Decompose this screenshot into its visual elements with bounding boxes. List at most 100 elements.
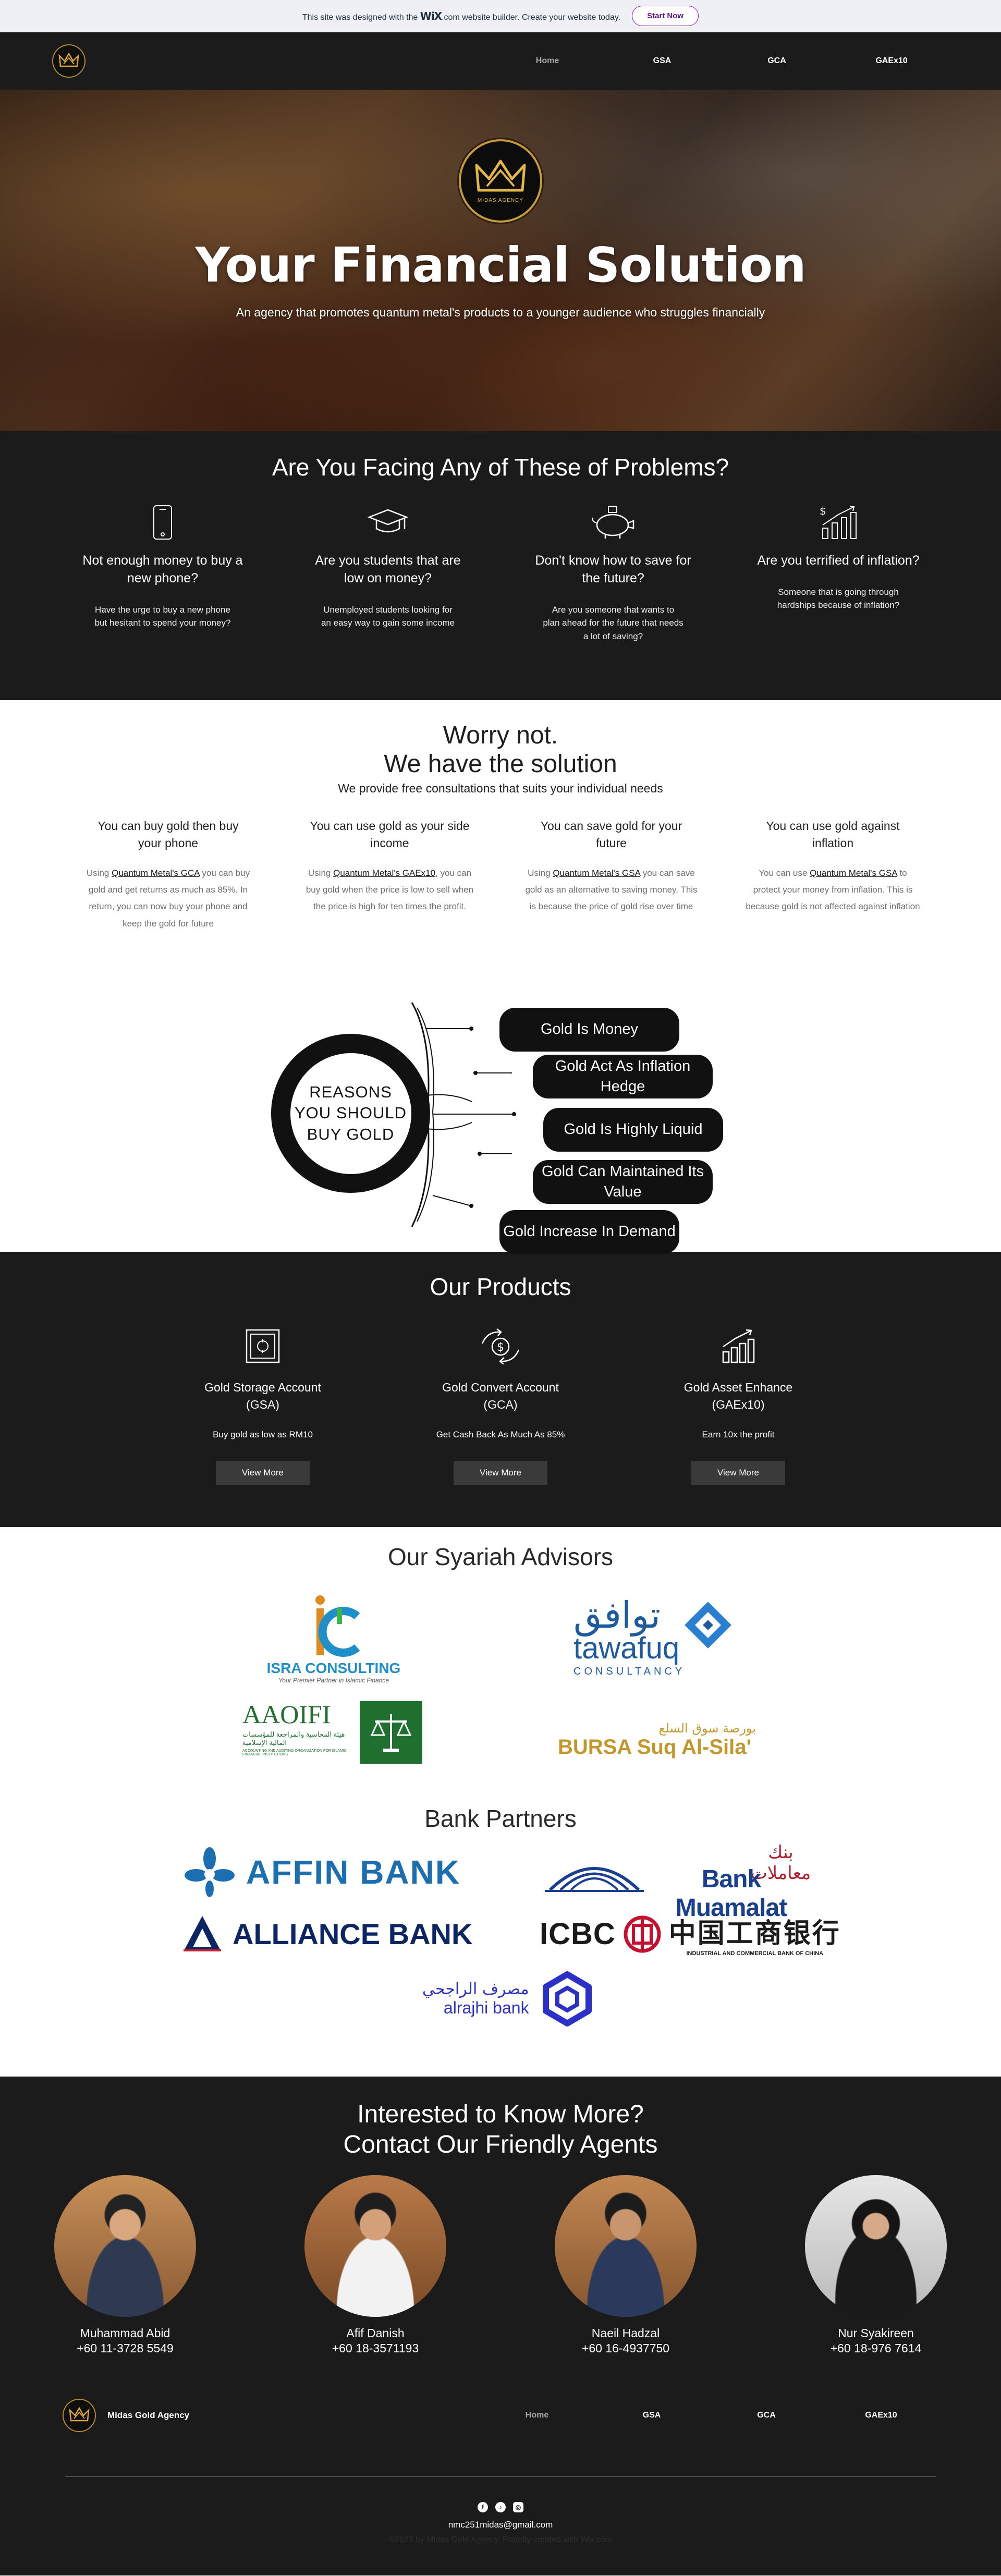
solution-heading: Worry not. We have the solution: [384, 722, 617, 778]
reasons-badge-text: REASONS YOU SHOULD BUY GOLD: [290, 1053, 411, 1174]
syariah-heading: Our Syariah Advisors: [387, 1543, 614, 1570]
scales-icon: [360, 1701, 422, 1764]
alliance-triangle-icon: [184, 1916, 221, 1951]
products-heading: Our Products: [430, 1273, 571, 1300]
facebook-icon[interactable]: f: [478, 2502, 488, 2512]
agent-phone[interactable]: +60 18-3571193: [332, 2341, 419, 2355]
contact-section: Interested to Know More? Contact Our Frie…: [0, 2077, 1001, 2379]
problem-card: Are you students that are low on money? …: [275, 503, 500, 643]
problems-section: Are You Facing Any of These of Problems?…: [0, 431, 1001, 700]
avatar: [805, 2175, 947, 2317]
reason-pill: Gold Increase In Demand: [499, 1210, 679, 1254]
footer-email[interactable]: nmc251midas@gmail.com: [0, 2520, 1001, 2530]
bank-partners-section: Bank Partners AFFIN BANK بنك معاملات Ban…: [0, 1804, 1001, 2077]
affin-flower-icon: [185, 1847, 235, 1897]
phone-icon: [152, 503, 173, 542]
aaoifi-logo: AAOIFI هيئة المحاسبة والمراجعة للمؤسسات …: [242, 1701, 422, 1764]
hero-title: Your Financial Solution: [195, 237, 806, 293]
banks-heading: Bank Partners: [424, 1805, 577, 1832]
site-footer: Midas Gold Agency Home GSA GCA GAEx10 f …: [0, 2379, 1001, 2575]
footer-nav-gaex10[interactable]: GAEx10: [824, 2411, 938, 2420]
problem-card: Not enough money to buy a new phone? Hav…: [50, 503, 275, 643]
midas-agency-logo: MIDAS AGENCY: [459, 139, 542, 223]
isra-mark-icon: [315, 1595, 360, 1657]
footer-nav-gsa[interactable]: GSA: [594, 2411, 709, 2420]
product-link-gsa[interactable]: Quantum Metal's GSA: [553, 868, 640, 878]
isra-consulting-logo: ISRA CONSULTING Your Premier Partner in …: [261, 1593, 407, 1684]
alliance-bank-logo: ALLIANCE BANK: [181, 1913, 472, 1955]
view-more-gsa-button[interactable]: View More: [216, 1460, 310, 1485]
product-link-gsa[interactable]: Quantum Metal's GSA: [810, 868, 897, 878]
main-nav: Home GSA GCA GAEx10: [490, 56, 949, 66]
wix-banner: This site was designed with the WiX.com …: [0, 0, 1001, 32]
avatar: [54, 2175, 196, 2317]
nav-gca[interactable]: GCA: [719, 56, 834, 66]
icbc-logo: ICBC 中国工商银行 INDUSTRIAL AND COMMERCIAL BA…: [540, 1911, 841, 1957]
avatar: [304, 2175, 446, 2317]
footer-brand-name: Midas Gold Agency: [107, 2410, 190, 2420]
wix-logo: WiX: [420, 9, 442, 22]
agent-card: Muhammad Abid +60 11-3728 5549: [0, 2175, 250, 2355]
reason-pill: Gold Is Highly Liquid: [543, 1108, 723, 1152]
hero-section: MIDAS AGENCY Your Financial Solution An …: [0, 90, 1001, 431]
product-link-gca[interactable]: Quantum Metal's GCA: [112, 868, 200, 878]
tawafuq-logo: توافق tawafuq CONSULTANCY: [573, 1597, 751, 1678]
nav-gsa[interactable]: GSA: [605, 56, 719, 66]
reasons-infographic: REASONS YOU SHOULD BUY GOLD Gold Is Mone…: [261, 976, 782, 1254]
agent-card: Nur Syakireen +60 18-976 7614: [751, 2175, 1001, 2355]
crown-icon: [475, 160, 526, 191]
product-card-gsa: Gold Storage Account (GSA) Buy gold as lo…: [144, 1327, 382, 1485]
start-now-button[interactable]: Start Now: [632, 6, 699, 26]
view-more-gca-button[interactable]: View More: [454, 1460, 547, 1485]
alrajhi-bank-logo: مصرف الراجحي alrajhi bank: [422, 1970, 596, 2028]
problem-card: $ Are you terrified of inflation? Someon…: [726, 503, 951, 643]
nav-home[interactable]: Home: [490, 56, 605, 66]
problems-heading: Are You Facing Any of These of Problems?: [272, 454, 729, 481]
agent-card: Naeil Hadzal +60 16-4937750: [500, 2175, 751, 2355]
agent-name: Naeil Hadzal: [591, 2326, 660, 2340]
bursa-suq-al-sila-logo: بورصة سوق السلع BURSA Suq Al-Sila': [558, 1721, 756, 1759]
hero-subtitle: An agency that promotes quantum metal's …: [236, 306, 765, 319]
reason-pill: Gold Is Money: [499, 1008, 679, 1052]
footer-nav-home[interactable]: Home: [480, 2411, 594, 2420]
footer-brand[interactable]: Midas Gold Agency: [63, 2399, 189, 2432]
footer-logo: [63, 2399, 96, 2432]
footer-copyright: ©2023 by Midas Gold Agency. Proudly crea…: [388, 2535, 613, 2544]
solution-card: You can use gold against inflation You c…: [746, 819, 920, 912]
agent-phone[interactable]: +60 11-3728 5549: [77, 2341, 174, 2355]
footer-divider: [65, 2476, 936, 2477]
icbc-emblem-icon: [624, 1915, 661, 1952]
footer-nav: Home GSA GCA GAEx10: [480, 2411, 938, 2420]
view-more-gaex10-button[interactable]: View More: [691, 1460, 785, 1485]
site-logo[interactable]: [52, 44, 86, 78]
wix-banner-message: This site was designed with the WiX.com …: [302, 9, 621, 22]
solution-card: You can use gold as your side income Usi…: [306, 819, 474, 912]
solution-section: Worry not. We have the solution We provid…: [0, 700, 1001, 1254]
nav-gaex10[interactable]: GAEx10: [834, 56, 949, 66]
agent-phone[interactable]: +60 18-976 7614: [831, 2341, 922, 2355]
agent-card: Afif Danish +60 18-3571193: [250, 2175, 500, 2355]
graduation-cap-icon: [367, 503, 409, 542]
solution-card: You can save gold for your future Using …: [525, 819, 698, 912]
logo-caption: MIDAS AGENCY: [477, 197, 524, 203]
solution-card: You can buy gold then buy your phone Usi…: [86, 819, 250, 929]
site-header: Home GSA GCA GAEx10: [0, 32, 1001, 90]
muamalat-arch-icon: [545, 1867, 644, 1892]
product-link-gaex10[interactable]: Quantum Metal's GAEx10: [333, 868, 435, 878]
dollar-exchange-icon: $: [477, 1327, 524, 1365]
svg-text:$: $: [497, 1341, 504, 1354]
social-links: f ♪ ◎: [0, 2502, 1001, 2512]
svg-text:$: $: [820, 505, 826, 517]
instagram-icon[interactable]: ◎: [513, 2502, 523, 2512]
rising-bars-icon: [720, 1327, 756, 1365]
agent-phone[interactable]: +60 16-4937750: [582, 2341, 669, 2355]
tawafuq-diamond-icon: [685, 1602, 732, 1649]
footer-nav-gca[interactable]: GCA: [709, 2411, 824, 2420]
agent-name: Muhammad Abid: [80, 2326, 170, 2340]
tiktok-icon[interactable]: ♪: [495, 2502, 506, 2512]
agent-name: Afif Danish: [346, 2326, 405, 2340]
syariah-advisors-section: Our Syariah Advisors ISRA CONSULTING You…: [0, 1527, 1001, 1804]
solution-subtitle: We provide free consultations that suits…: [338, 782, 663, 796]
growth-chart-icon: $: [817, 503, 859, 542]
product-card-gaex10: Gold Asset Enhance (GAEx10) Earn 10x the …: [619, 1327, 857, 1485]
